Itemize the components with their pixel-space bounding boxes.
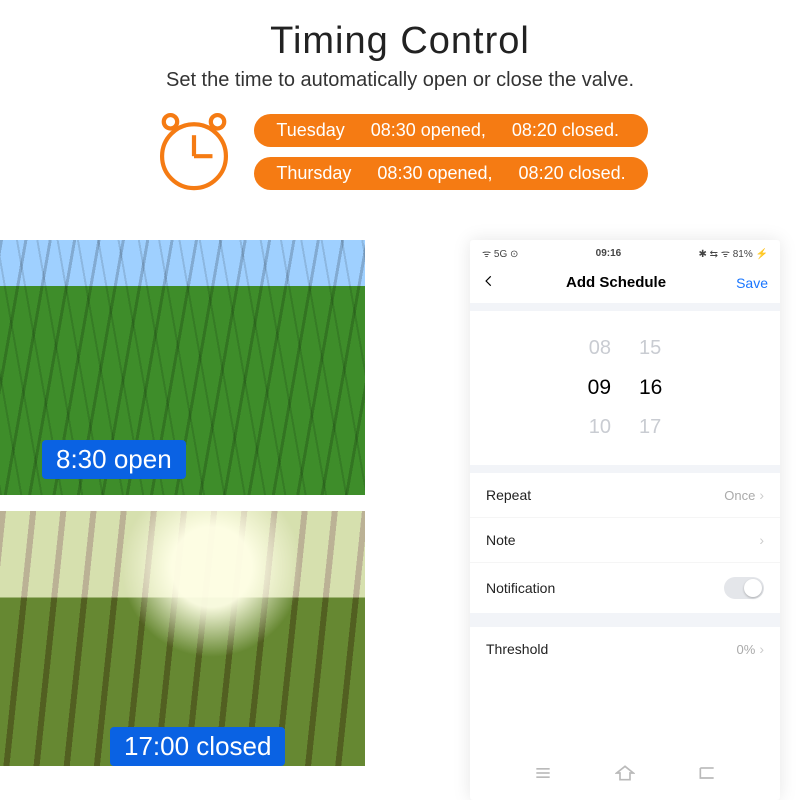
notification-row[interactable]: Notification [470, 562, 780, 613]
schedule-row: Thursday 08:30 opened, 08:20 closed. [254, 157, 647, 190]
screen-title: Add Schedule [566, 274, 666, 291]
schedule-summary: Tuesday 08:30 opened, 08:20 closed. Thur… [0, 102, 800, 212]
save-button[interactable]: Save [736, 275, 768, 291]
close-time-badge: 17:00 closed [110, 727, 285, 766]
page-title: Timing Control [40, 20, 760, 63]
chevron-right-icon: › [759, 641, 764, 657]
home-icon[interactable] [615, 763, 635, 786]
phone-mockup: ᯤ 5G ⊙ 09:16 ✱ ⇆ ᯤ 81% ⚡ Add Schedule Sa… [470, 240, 780, 800]
open-time-badge: 8:30 open [42, 440, 186, 479]
back-button[interactable] [482, 274, 496, 291]
schedule-row: Tuesday 08:30 opened, 08:20 closed. [254, 114, 647, 147]
time-picker[interactable]: 0815 0916 1017 [470, 303, 780, 473]
notification-toggle[interactable] [724, 577, 764, 599]
status-bar: ᯤ 5G ⊙ 09:16 ✱ ⇆ ᯤ 81% ⚡ [470, 240, 780, 266]
page-subtitle: Set the time to automatically open or cl… [40, 69, 760, 92]
back-nav-icon[interactable] [697, 763, 717, 786]
clock-icon [152, 110, 236, 194]
chevron-right-icon: › [759, 487, 764, 503]
menu-icon[interactable] [533, 763, 553, 786]
chevron-right-icon: › [759, 532, 764, 548]
threshold-row[interactable]: Threshold 0%› [470, 627, 780, 671]
note-row[interactable]: Note › [470, 517, 780, 562]
repeat-row[interactable]: Repeat Once› [470, 473, 780, 517]
irrigation-photo-closed: 17:00 closed [0, 511, 365, 766]
android-nav-bar [470, 749, 780, 800]
irrigation-photo-open: 8:30 open [0, 240, 365, 495]
